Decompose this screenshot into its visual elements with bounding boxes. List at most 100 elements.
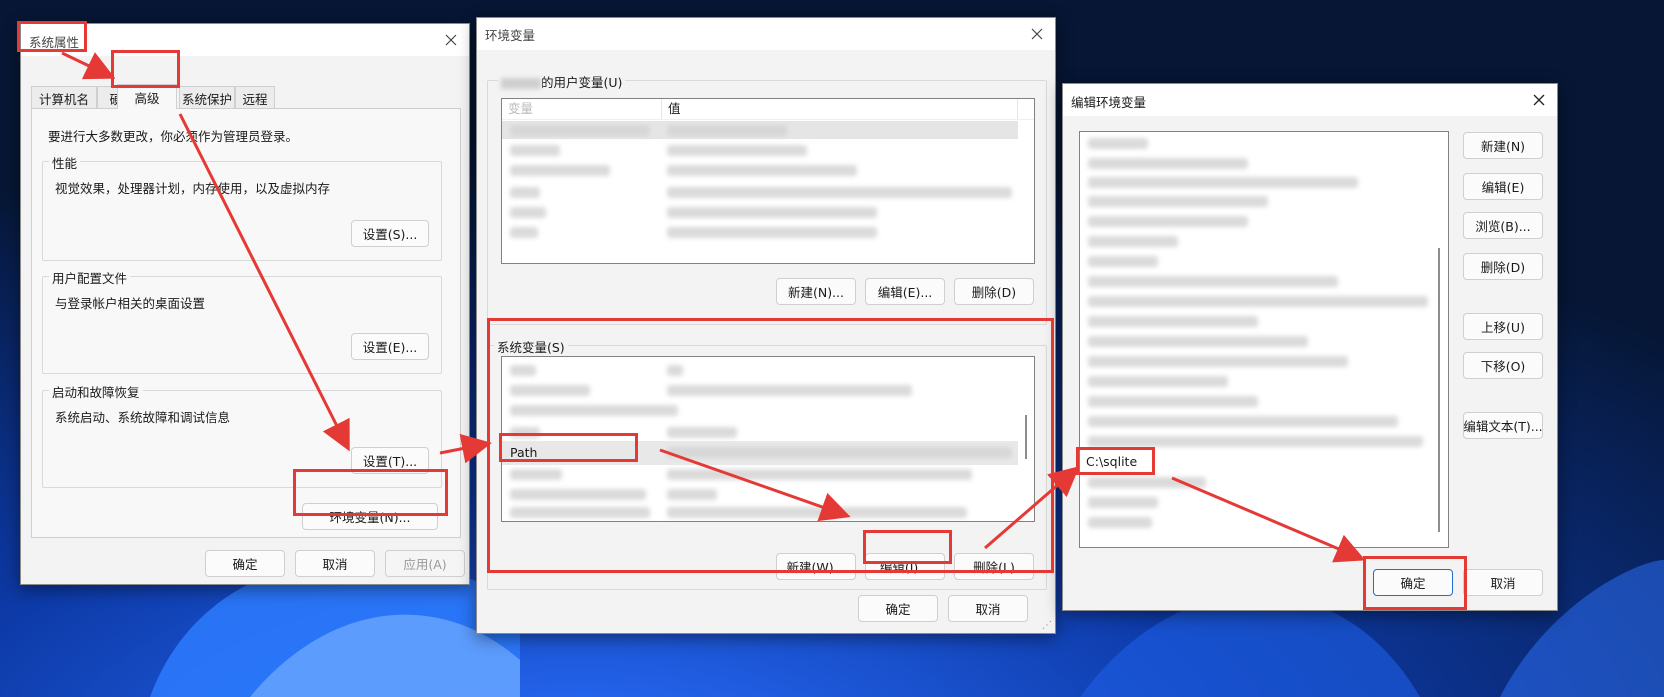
system-new-button[interactable]: 新建(W)...	[776, 553, 856, 580]
path-entry[interactable]	[1088, 356, 1348, 367]
cancel-button[interactable]: 取消	[295, 550, 375, 577]
close-icon[interactable]	[437, 26, 465, 54]
performance-desc: 视觉效果，处理器计划，内存使用，以及虚拟内存	[55, 181, 331, 196]
new-path-entry[interactable]: C:\sqlite	[1086, 454, 1137, 469]
path-entry[interactable]	[1088, 497, 1158, 508]
path-entry[interactable]	[1088, 276, 1338, 287]
cancel-button[interactable]: 取消	[948, 595, 1028, 622]
path-entry[interactable]	[1088, 316, 1258, 327]
startup-recovery-settings-button[interactable]: 设置(T)...	[351, 447, 429, 474]
system-variables-group: 系统变量(S) Path 新建(W)... 编辑(I)... 删除(L)	[487, 337, 1047, 590]
path-entries-list[interactable]: C:\sqlite	[1079, 131, 1449, 548]
tab-remote[interactable]: 远程	[235, 86, 275, 109]
path-entries-scrollbar[interactable]	[1438, 248, 1440, 532]
system-variable-name[interactable]	[510, 365, 536, 376]
close-icon[interactable]	[1525, 86, 1553, 114]
system-edit-button[interactable]: 编辑(I)...	[865, 553, 945, 580]
system-variables-label: 系统变量(S)	[494, 337, 568, 356]
path-variable-value[interactable]	[667, 447, 1012, 458]
path-entry[interactable]	[1088, 138, 1148, 149]
system-variables-scrollbar[interactable]	[1025, 415, 1027, 459]
user-variables-label: 的用户变量(U)	[498, 72, 626, 91]
system-variable-name[interactable]	[510, 469, 562, 480]
user-variable-name[interactable]	[510, 187, 540, 198]
system-delete-button[interactable]: 删除(L)	[954, 553, 1034, 580]
path-entry[interactable]	[1088, 296, 1428, 307]
user-delete-button[interactable]: 删除(D)	[954, 278, 1034, 305]
edit-text-button[interactable]: 编辑文本(T)...	[1463, 412, 1543, 439]
path-entry[interactable]	[1088, 477, 1206, 488]
user-profile-label: 用户配置文件	[49, 268, 131, 287]
system-variable-name[interactable]	[510, 405, 678, 416]
delete-button[interactable]: 删除(D)	[1463, 253, 1543, 280]
performance-label: 性能	[49, 153, 81, 172]
tab-system-protection[interactable]: 系统保护	[179, 86, 235, 109]
browse-button[interactable]: 浏览(B)...	[1463, 212, 1543, 239]
apply-button[interactable]: 应用(A)	[385, 550, 465, 577]
user-profile-settings-button[interactable]: 设置(E)...	[351, 333, 429, 360]
tab-computer-name[interactable]: 计算机名	[31, 86, 97, 109]
move-down-button[interactable]: 下移(O)	[1463, 352, 1543, 379]
user-variable-value[interactable]	[667, 207, 877, 218]
user-variable-value[interactable]	[667, 145, 807, 156]
system-properties-dialog: 系统属性 计算机名 硬件 高级 系统保护 远程 要进行大多数更改，你必须作为管理…	[20, 23, 470, 585]
path-entry[interactable]	[1088, 416, 1398, 427]
system-variable-name[interactable]	[510, 507, 650, 518]
system-variable-value[interactable]	[667, 385, 912, 396]
ok-button[interactable]: 确定	[205, 550, 285, 577]
user-variables-list[interactable]: 变量 值	[501, 98, 1035, 264]
path-entry[interactable]	[1088, 336, 1308, 347]
path-entry[interactable]	[1088, 517, 1152, 528]
column-header-name[interactable]: 变量	[502, 99, 662, 119]
path-entry[interactable]	[1088, 396, 1258, 407]
startup-recovery-desc: 系统启动、系统故障和调试信息	[55, 410, 231, 425]
user-variable-name[interactable]	[510, 165, 610, 176]
move-up-button[interactable]: 上移(U)	[1463, 313, 1543, 340]
admin-note: 要进行大多数更改，你必须作为管理员登录。	[48, 129, 299, 144]
system-variable-value[interactable]	[667, 427, 737, 438]
header-divider	[502, 119, 1034, 120]
performance-settings-button[interactable]: 设置(S)...	[351, 220, 429, 247]
user-variable-value[interactable]	[667, 165, 857, 176]
resize-grip-icon[interactable]: ⋰	[1042, 620, 1052, 631]
path-variable-name[interactable]: Path	[510, 445, 537, 460]
user-variable-value[interactable]	[667, 227, 877, 238]
path-entry[interactable]	[1088, 256, 1158, 267]
user-variable-name[interactable]	[510, 207, 546, 218]
ok-button[interactable]: 确定	[1373, 569, 1453, 596]
new-button[interactable]: 新建(N)	[1463, 132, 1543, 159]
user-variable-name[interactable]	[510, 227, 538, 238]
close-icon[interactable]	[1023, 20, 1051, 48]
ok-button[interactable]: 确定	[858, 595, 938, 622]
user-variables-group: 的用户变量(U) 变量 值 新建(N)... 编辑(E)... 删除(D)	[487, 72, 1047, 325]
column-header-value[interactable]: 值	[662, 99, 1018, 119]
system-variables-list[interactable]: Path	[501, 356, 1035, 522]
user-profile-desc: 与登录帐户相关的桌面设置	[55, 296, 206, 311]
path-entry[interactable]	[1088, 236, 1178, 247]
path-entry[interactable]	[1088, 436, 1423, 447]
cancel-button[interactable]: 取消	[1463, 569, 1543, 596]
user-variable-name[interactable]	[510, 145, 560, 156]
user-new-button[interactable]: 新建(N)...	[776, 278, 856, 305]
user-edit-button[interactable]: 编辑(E)...	[865, 278, 945, 305]
path-entry[interactable]	[1088, 376, 1228, 387]
path-entry[interactable]	[1088, 216, 1248, 227]
system-variable-name[interactable]	[510, 489, 646, 500]
edit-environment-variable-title: 编辑环境变量	[1071, 95, 1147, 110]
path-entry[interactable]	[1088, 177, 1358, 188]
environment-variables-button[interactable]: 环境变量(N)...	[302, 503, 438, 530]
user-variable-value[interactable]	[667, 187, 1012, 198]
system-variable-name[interactable]	[510, 385, 590, 396]
system-variable-value[interactable]	[667, 365, 683, 376]
path-entry[interactable]	[1088, 158, 1248, 169]
path-entry[interactable]	[1088, 196, 1268, 207]
edit-environment-variable-dialog: 编辑环境变量 C:\sqlite 新建(N) 编辑(E) 浏览(B)... 删除…	[1062, 83, 1558, 611]
user-variable-value[interactable]	[667, 125, 787, 136]
system-variable-name[interactable]	[510, 427, 540, 438]
system-variable-value[interactable]	[667, 469, 972, 480]
edit-button[interactable]: 编辑(E)	[1463, 173, 1543, 200]
user-variable-name[interactable]	[510, 125, 650, 136]
system-variable-value[interactable]	[667, 507, 967, 518]
tab-advanced[interactable]: 高级	[117, 84, 177, 109]
system-variable-value[interactable]	[667, 489, 717, 500]
